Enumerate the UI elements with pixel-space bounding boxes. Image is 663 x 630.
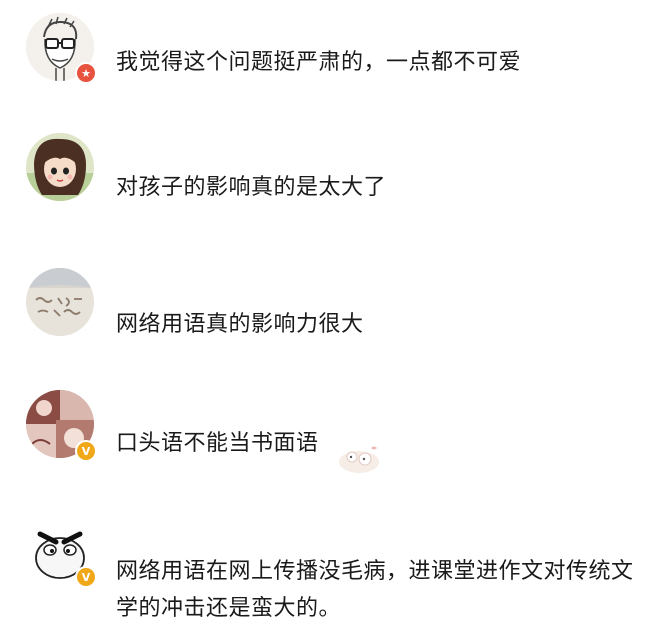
- avatar[interactable]: [26, 133, 94, 201]
- comment-text: 网络用语真的影响力很大: [116, 312, 364, 337]
- v-badge-icon: V: [75, 566, 97, 588]
- comment-text: 对孩子的影响真的是太大了: [116, 175, 387, 200]
- star-badge-icon: ★: [75, 62, 97, 84]
- comment-text: 网络用语在网上传播没毛病，进课堂进作文对传统文学的冲击还是蛮大的。: [116, 559, 634, 621]
- v-badge-icon: V: [75, 440, 97, 462]
- sticker-icon: [339, 446, 379, 473]
- avatar[interactable]: [26, 268, 94, 336]
- comment-text: 我觉得这个问题挺严肃的，一点都不可爱: [116, 50, 522, 75]
- anime-girl-icon: [26, 133, 94, 201]
- sand-writing-icon: [26, 268, 94, 336]
